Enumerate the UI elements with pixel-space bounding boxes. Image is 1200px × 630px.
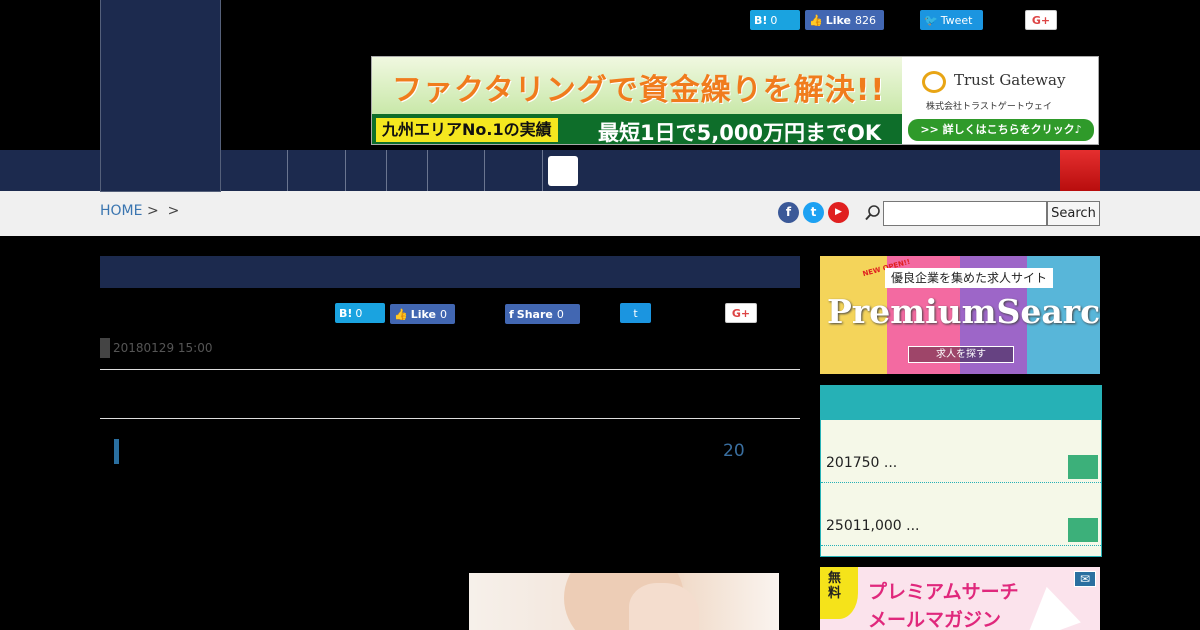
paper-plane-icon <box>1009 580 1081 630</box>
article-title-bar <box>100 256 800 288</box>
banner-brand-area: Trust Gateway 株式会社トラストゲートウェイ >> 詳しくはこちらを… <box>902 57 1098 144</box>
list-item-thumbnail <box>1068 518 1098 542</box>
youtube-icon[interactable]: ▶ <box>828 202 849 223</box>
ranking-header <box>821 386 1101 420</box>
hatena-count: 0 <box>770 13 778 27</box>
brand-company: 株式会社トラストゲートウェイ <box>926 102 1052 112</box>
site-logo[interactable] <box>100 0 221 192</box>
hatena-count: 0 <box>355 306 363 320</box>
free-badge: 無料 <box>820 567 858 619</box>
breadcrumb-bar: HOME > > f t ▶ Search <box>0 191 1200 236</box>
article-number: 20 <box>723 441 745 461</box>
facebook-like-count: 0 <box>439 307 447 321</box>
thumbs-up-icon: 👍 <box>394 307 408 321</box>
breadcrumb-home-link[interactable]: HOME <box>100 203 142 219</box>
newsletter-title-line1: プレミアムサーチ <box>868 581 1019 603</box>
tweet-label: Tweet <box>940 13 973 27</box>
twitter-bird-icon: t <box>633 306 638 320</box>
section-marker <box>114 439 119 464</box>
nav-divider <box>287 150 288 191</box>
banner-bottom-area: 九州エリアNo.1の実績 最短1日で5,000万円までOK <box>372 114 902 145</box>
banner-cta-button[interactable]: >> 詳しくはこちらをクリック♪ <box>908 119 1094 141</box>
twitter-icon[interactable]: t <box>803 202 824 223</box>
article-facebook-like-button[interactable]: 👍 Like 0 <box>390 304 455 324</box>
facebook-like-label: Like <box>410 307 436 321</box>
article-hatena-button[interactable]: B! 0 <box>335 303 385 323</box>
hatena-icon: B! <box>339 306 353 320</box>
article-photo <box>469 573 779 630</box>
facebook-like-button[interactable]: 👍 Like 826 <box>805 10 884 30</box>
photo-hand <box>629 583 699 630</box>
envelope-icon: ✉ <box>1074 571 1096 587</box>
search-icon <box>865 205 880 221</box>
list-item-text: 201750 ... <box>826 455 898 471</box>
twitter-bird-icon: 🐦 <box>924 13 938 27</box>
facebook-icon[interactable]: f <box>778 202 799 223</box>
facebook-f-icon: f <box>509 307 514 321</box>
facebook-share-count: 0 <box>556 307 564 321</box>
hatena-icon: B! <box>754 13 768 27</box>
banner-sub-text: 最短1日で5,000万円までOK <box>598 121 882 145</box>
nav-icon-button[interactable] <box>548 156 578 186</box>
breadcrumb-separator: > <box>167 203 180 219</box>
find-jobs-button[interactable]: 求人を探す <box>908 346 1014 363</box>
facebook-like-label: Like <box>825 13 851 27</box>
brand-name: Trust Gateway <box>954 71 1066 89</box>
premium-title: PremiumSearch <box>827 292 1100 331</box>
divider <box>100 369 800 370</box>
hatena-bookmark-button[interactable]: B! 0 <box>750 10 800 30</box>
nav-divider <box>542 150 543 191</box>
nav-red-button[interactable] <box>1060 150 1100 191</box>
google-plus-label: G+ <box>731 306 751 320</box>
list-item-thumbnail <box>1068 455 1098 479</box>
list-item[interactable]: 25011,000 ... <box>821 484 1101 546</box>
banner-sub-badge: 九州エリアNo.1の実績 <box>376 118 558 142</box>
trust-gateway-logo-icon <box>922 71 946 93</box>
date-marker <box>100 338 110 358</box>
nav-divider <box>386 150 387 191</box>
google-plus-button[interactable]: G+ <box>1025 10 1057 30</box>
article-google-plus-button[interactable]: G+ <box>725 303 757 323</box>
post-date: 20180129 15:00 <box>113 341 213 355</box>
tweet-button[interactable]: 🐦 Tweet <box>920 10 983 30</box>
list-item[interactable]: 201750 ... <box>821 421 1101 483</box>
ranking-widget: 201750 ... 25011,000 ... <box>820 385 1102 557</box>
search-input[interactable] <box>883 201 1047 226</box>
newsletter-ad[interactable]: 無料 プレミアムサーチ メールマガジン ✉ <box>820 567 1100 630</box>
article-tweet-button[interactable]: t <box>620 303 651 323</box>
search-button[interactable]: Search <box>1047 201 1100 226</box>
list-item-text: 25011,000 ... <box>826 518 920 534</box>
banner-headline: ファクタリングで資金繰りを解決!! <box>392 73 886 108</box>
article-facebook-share-button[interactable]: f Share 0 <box>505 304 580 324</box>
facebook-like-count: 826 <box>854 13 876 27</box>
breadcrumb-separator: > <box>146 203 159 219</box>
facebook-share-label: Share <box>516 307 553 321</box>
banner-top-area: ファクタリングで資金繰りを解決!! <box>372 57 902 114</box>
divider <box>100 418 800 419</box>
nav-divider <box>427 150 428 191</box>
premium-tagline: 優良企業を集めた求人サイト <box>885 268 1054 288</box>
factoring-ad-banner[interactable]: ファクタリングで資金繰りを解決!! 九州エリアNo.1の実績 最短1日で5,00… <box>371 56 1099 145</box>
newsletter-title-line2: メールマガジン <box>868 609 1002 630</box>
thumbs-up-icon: 👍 <box>809 13 823 27</box>
google-plus-label: G+ <box>1031 13 1051 27</box>
nav-divider <box>484 150 485 191</box>
nav-divider <box>345 150 346 191</box>
premium-search-ad[interactable]: NEW OPEN!! 優良企業を集めた求人サイト PremiumSearch 求… <box>820 256 1100 374</box>
breadcrumb: HOME > > <box>100 203 179 219</box>
